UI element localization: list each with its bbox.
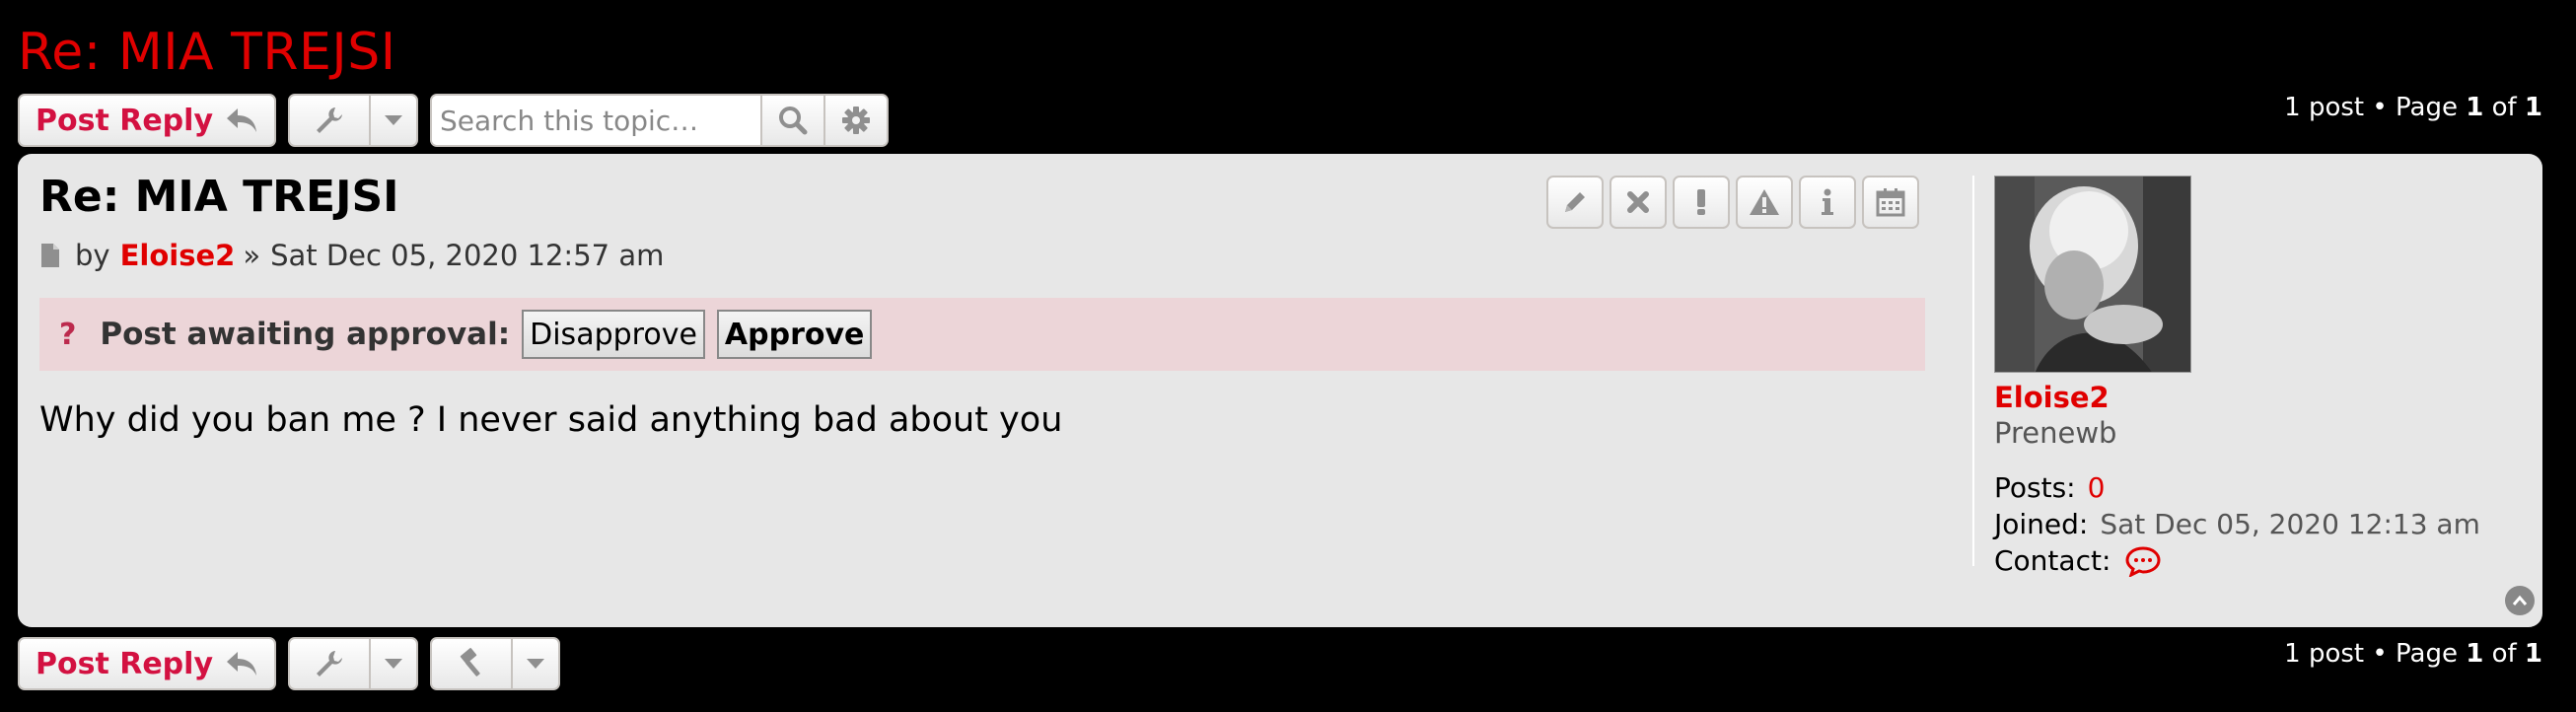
- wrench-icon: [290, 639, 371, 688]
- document-icon[interactable]: [39, 243, 61, 268]
- report-post-button[interactable]: [1673, 176, 1730, 229]
- post-buttons: [1546, 176, 1925, 229]
- gear-icon: [842, 107, 870, 134]
- pagination-of: of: [2491, 639, 2517, 669]
- profile-posts-value[interactable]: 0: [2088, 471, 2106, 504]
- profile-joined-value: Sat Dec 05, 2020 12:13 am: [2100, 508, 2480, 540]
- disapprove-button[interactable]: Disapprove: [522, 310, 705, 359]
- delete-icon: [1627, 191, 1649, 213]
- topic-title[interactable]: Re: MIA TREJSI: [18, 18, 396, 87]
- post-info-button[interactable]: [1799, 176, 1856, 229]
- warn-user-button[interactable]: [1736, 176, 1793, 229]
- profile-posts-label: Posts:: [1994, 471, 2076, 504]
- chevron-down-icon: [513, 639, 558, 688]
- avatar[interactable]: [1994, 176, 2191, 373]
- topic-tools-dropdown[interactable]: [288, 94, 418, 147]
- search-button[interactable]: [760, 96, 823, 145]
- post-panel: Re: MIA TREJSI by Eloise2 » Sat Dec 05, …: [18, 154, 2542, 627]
- profile-joined: Joined: Sat Dec 05, 2020 12:13 am: [1994, 508, 2525, 540]
- post-author-link[interactable]: Eloise2: [120, 239, 236, 272]
- reply-arrow-icon: [227, 652, 256, 676]
- pagination-total: 1: [2524, 93, 2542, 122]
- post-separator: »: [243, 239, 261, 272]
- post-title[interactable]: Re: MIA TREJSI: [39, 172, 399, 222]
- search-input[interactable]: [432, 96, 760, 145]
- chevron-up-icon: [2512, 595, 2528, 605]
- chevron-down-icon: [371, 639, 416, 688]
- profile-joined-label: Joined:: [1994, 508, 2089, 540]
- exclamation-icon: [1697, 189, 1705, 215]
- post-reply-label: Post Reply: [36, 103, 213, 138]
- pencil-icon: [1565, 192, 1585, 212]
- pagination-of: of: [2491, 93, 2517, 122]
- pagination-current: 1: [2466, 93, 2484, 122]
- back-to-top-button[interactable]: [2505, 586, 2535, 615]
- info-icon: [1822, 188, 1833, 215]
- post-content: Why did you ban me ? I never said anythi…: [39, 400, 1063, 440]
- approval-text: Post awaiting approval:: [100, 317, 511, 352]
- post-reply-label-bottom: Post Reply: [36, 646, 213, 681]
- pagination-top: 1 post • Page 1 of 1: [2284, 93, 2542, 122]
- profile-contact-label: Contact:: [1994, 544, 2111, 577]
- search-icon: [779, 107, 808, 135]
- pagination-total: 1: [2524, 639, 2542, 669]
- delete-post-button[interactable]: [1610, 176, 1667, 229]
- pagination-prefix: 1 post • Page: [2284, 639, 2458, 669]
- profile-username[interactable]: Eloise2: [1994, 381, 2525, 414]
- avatar-image: [1995, 177, 2190, 372]
- approval-notice: ? Post awaiting approval: Disapprove App…: [39, 298, 1925, 371]
- action-bar-bottom: Post Reply: [18, 636, 572, 691]
- quick-mod-tools-dropdown[interactable]: [430, 637, 560, 690]
- pagination-bottom: 1 post • Page 1 of 1: [2284, 639, 2542, 669]
- topic-tools-dropdown-bottom[interactable]: [288, 637, 418, 690]
- search-box: [430, 94, 889, 147]
- post-reply-button-bottom[interactable]: Post Reply: [18, 637, 276, 690]
- approve-button[interactable]: Approve: [716, 310, 873, 359]
- post-date: Sat Dec 05, 2020 12:57 am: [270, 239, 665, 272]
- chat-icon[interactable]: [2124, 545, 2162, 577]
- advanced-search-button[interactable]: [823, 96, 887, 145]
- profile-rank: Prenewb: [1994, 416, 2117, 450]
- warning-icon: [1750, 189, 1779, 215]
- action-bar-top: Post Reply: [18, 93, 889, 148]
- profile-posts: Posts: 0: [1994, 471, 2525, 504]
- wrench-icon: [290, 96, 371, 145]
- reply-arrow-icon: [227, 108, 256, 132]
- profile-contact: Contact:: [1994, 544, 2525, 577]
- calendar-icon: [1876, 188, 1905, 217]
- post-profile: Eloise2 Prenewb Posts: 0 Joined: Sat Dec…: [1972, 176, 2525, 577]
- edit-post-button[interactable]: [1546, 176, 1604, 229]
- pagination-current: 1: [2466, 639, 2484, 669]
- post-reply-button[interactable]: Post Reply: [18, 94, 276, 147]
- post-by-label: by: [75, 239, 110, 272]
- pagination-prefix: 1 post • Page: [2284, 93, 2458, 122]
- question-mark-icon: ?: [59, 317, 77, 352]
- post-author-line: by Eloise2 » Sat Dec 05, 2020 12:57 am: [39, 239, 664, 272]
- chevron-down-icon: [371, 96, 416, 145]
- post-calendar-button[interactable]: [1862, 176, 1919, 229]
- hammer-icon: [432, 639, 513, 688]
